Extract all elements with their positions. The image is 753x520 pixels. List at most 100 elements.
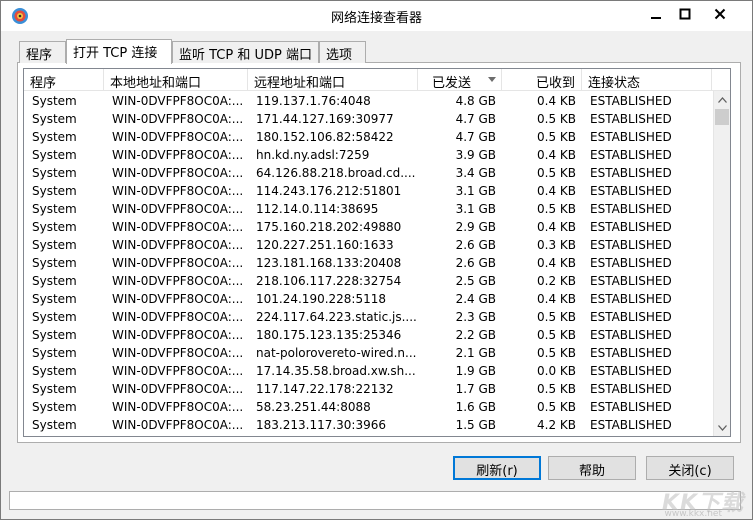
cell-state: ESTABLISHED bbox=[590, 238, 672, 252]
cell-received: 0.5 KB bbox=[537, 382, 576, 396]
cell-remote-address: 58.23.251.44:8088 bbox=[256, 400, 371, 414]
cell-program: System bbox=[32, 166, 77, 180]
cell-state: ESTABLISHED bbox=[590, 382, 672, 396]
cell-program: System bbox=[32, 256, 77, 270]
table-row[interactable]: System WIN-0DVFPF8OC0A:... 180.152.106.82:… bbox=[24, 128, 712, 146]
cell-remote-address: 224.117.64.223.static.js.... bbox=[256, 310, 417, 324]
cell-state: ESTABLISHED bbox=[590, 220, 672, 234]
cell-received: 0.5 KB bbox=[537, 310, 576, 324]
cell-local-address: WIN-0DVFPF8OC0A:... bbox=[112, 364, 244, 378]
column-header-sent[interactable]: 已发送 bbox=[418, 69, 502, 91]
scroll-down-button[interactable] bbox=[714, 419, 730, 436]
table-row[interactable]: System WIN-0DVFPF8OC0A:... 120.227.251.160… bbox=[24, 236, 712, 254]
list-rows: System WIN-0DVFPF8OC0A:... 119.137.1.76:40… bbox=[24, 92, 712, 434]
cell-remote-address: nat-polorovereto-wired.n... bbox=[256, 346, 417, 360]
chevron-up-icon bbox=[717, 96, 727, 103]
tab-open-tcp-connections[interactable]: 打开 TCP 连接 bbox=[66, 39, 172, 64]
connections-list[interactable]: 程序 本地地址和端口 远程地址和端口 已发送 已收到 连接状态 System WI… bbox=[23, 68, 731, 437]
table-row[interactable]: System WIN-0DVFPF8OC0A:... 224.117.64.223.… bbox=[24, 308, 712, 326]
table-row[interactable]: System WIN-0DVFPF8OC0A:... 123.181.168.133… bbox=[24, 254, 712, 272]
cell-received: 0.4 KB bbox=[537, 220, 576, 234]
cell-sent: 3.4 GB bbox=[455, 166, 496, 180]
cell-program: System bbox=[32, 148, 77, 162]
tab-options[interactable]: 选项 bbox=[319, 41, 366, 63]
cell-remote-address: 180.175.123.135:25346 bbox=[256, 328, 402, 342]
cell-received: 0.5 KB bbox=[537, 400, 576, 414]
cell-received: 0.5 KB bbox=[537, 346, 576, 360]
cell-state: ESTABLISHED bbox=[590, 94, 672, 108]
cell-state: ESTABLISHED bbox=[590, 256, 672, 270]
status-bar bbox=[9, 491, 741, 510]
cell-local-address: WIN-0DVFPF8OC0A:... bbox=[112, 418, 244, 432]
maximize-icon bbox=[679, 8, 691, 20]
table-row[interactable]: System WIN-0DVFPF8OC0A:... 114.243.176.212… bbox=[24, 182, 712, 200]
cell-state: ESTABLISHED bbox=[590, 310, 672, 324]
cell-state: ESTABLISHED bbox=[590, 418, 672, 432]
cell-sent: 2.6 GB bbox=[455, 238, 496, 252]
help-button[interactable]: 帮助 bbox=[548, 456, 636, 480]
cell-state: ESTABLISHED bbox=[590, 202, 672, 216]
table-row[interactable]: System WIN-0DVFPF8OC0A:... 17.14.35.58.bro… bbox=[24, 362, 712, 380]
table-row[interactable]: System WIN-0DVFPF8OC0A:... 119.137.1.76:40… bbox=[24, 92, 712, 110]
cell-program: System bbox=[32, 364, 77, 378]
cell-local-address: WIN-0DVFPF8OC0A:... bbox=[112, 130, 244, 144]
table-row[interactable]: System WIN-0DVFPF8OC0A:... 101.24.190.228:… bbox=[24, 290, 712, 308]
cell-state: ESTABLISHED bbox=[590, 328, 672, 342]
cell-local-address: WIN-0DVFPF8OC0A:... bbox=[112, 238, 244, 252]
table-row[interactable]: System WIN-0DVFPF8OC0A:... 64.126.88.218.b… bbox=[24, 164, 712, 182]
tab-label: 程序 bbox=[26, 48, 53, 63]
cell-state: ESTABLISHED bbox=[590, 346, 672, 360]
column-header-sent-label: 已发送 bbox=[432, 76, 472, 91]
cell-received: 0.5 KB bbox=[537, 112, 576, 126]
maximize-button[interactable] bbox=[670, 1, 700, 27]
cell-remote-address: 114.243.176.212:51801 bbox=[256, 184, 402, 198]
tab-listening-ports[interactable]: 监听 TCP 和 UDP 端口 bbox=[172, 41, 319, 63]
close-window-button[interactable] bbox=[705, 1, 735, 27]
cell-received: 0.4 KB bbox=[537, 292, 576, 306]
table-row[interactable]: System WIN-0DVFPF8OC0A:... 112.14.0.114:38… bbox=[24, 200, 712, 218]
table-row[interactable]: System WIN-0DVFPF8OC0A:... 117.147.22.178:… bbox=[24, 380, 712, 398]
table-row[interactable]: System WIN-0DVFPF8OC0A:... 180.175.123.135… bbox=[24, 326, 712, 344]
vertical-scrollbar[interactable] bbox=[713, 91, 730, 436]
table-row[interactable]: System WIN-0DVFPF8OC0A:... 171.44.127.169:… bbox=[24, 110, 712, 128]
minimize-button[interactable] bbox=[641, 1, 671, 27]
tab-label: 打开 TCP 连接 bbox=[73, 46, 158, 61]
cell-program: System bbox=[32, 202, 77, 216]
table-row[interactable]: System WIN-0DVFPF8OC0A:... hn.kd.ny.adsl:7… bbox=[24, 146, 712, 164]
cell-received: 0.3 KB bbox=[537, 238, 576, 252]
cell-program: System bbox=[32, 346, 77, 360]
title-bar[interactable]: 网络连接查看器 bbox=[1, 1, 752, 31]
close-button[interactable]: 关闭(c) bbox=[646, 456, 734, 480]
refresh-button[interactable]: 刷新(r) bbox=[453, 456, 541, 480]
table-row[interactable]: System WIN-0DVFPF8OC0A:... 218.106.117.228… bbox=[24, 272, 712, 290]
cell-received: 0.0 KB bbox=[537, 364, 576, 378]
cell-remote-address: 119.137.1.76:4048 bbox=[256, 94, 371, 108]
cell-program: System bbox=[32, 292, 77, 306]
column-header-received[interactable]: 已收到 bbox=[502, 69, 582, 91]
table-row[interactable]: System WIN-0DVFPF8OC0A:... 183.213.117.30:… bbox=[24, 416, 712, 434]
cell-state: ESTABLISHED bbox=[590, 292, 672, 306]
cell-remote-address: 218.106.117.228:32754 bbox=[256, 274, 402, 288]
tab-programs[interactable]: 程序 bbox=[19, 41, 66, 63]
column-header-remote-address[interactable]: 远程地址和端口 bbox=[248, 69, 418, 91]
column-header-local-address[interactable]: 本地地址和端口 bbox=[104, 69, 248, 91]
cell-local-address: WIN-0DVFPF8OC0A:... bbox=[112, 400, 244, 414]
table-row[interactable]: System WIN-0DVFPF8OC0A:... nat-poloroveret… bbox=[24, 344, 712, 362]
cell-sent: 2.6 GB bbox=[455, 256, 496, 270]
cell-received: 0.4 KB bbox=[537, 94, 576, 108]
column-header-program[interactable]: 程序 bbox=[24, 69, 104, 91]
cell-state: ESTABLISHED bbox=[590, 112, 672, 126]
cell-program: System bbox=[32, 418, 77, 432]
table-row[interactable]: System WIN-0DVFPF8OC0A:... 175.160.218.202… bbox=[24, 218, 712, 236]
cell-state: ESTABLISHED bbox=[590, 130, 672, 144]
scroll-up-button[interactable] bbox=[714, 91, 730, 108]
cell-state: ESTABLISHED bbox=[590, 400, 672, 414]
cell-local-address: WIN-0DVFPF8OC0A:... bbox=[112, 310, 244, 324]
cell-remote-address: 17.14.35.58.broad.xw.sh... bbox=[256, 364, 416, 378]
cell-sent: 2.9 GB bbox=[455, 220, 496, 234]
table-row[interactable]: System WIN-0DVFPF8OC0A:... 58.23.251.44:80… bbox=[24, 398, 712, 416]
scrollbar-thumb[interactable] bbox=[715, 109, 729, 125]
column-header-state[interactable]: 连接状态 bbox=[582, 69, 712, 91]
cell-program: System bbox=[32, 400, 77, 414]
cell-sent: 3.1 GB bbox=[455, 184, 496, 198]
